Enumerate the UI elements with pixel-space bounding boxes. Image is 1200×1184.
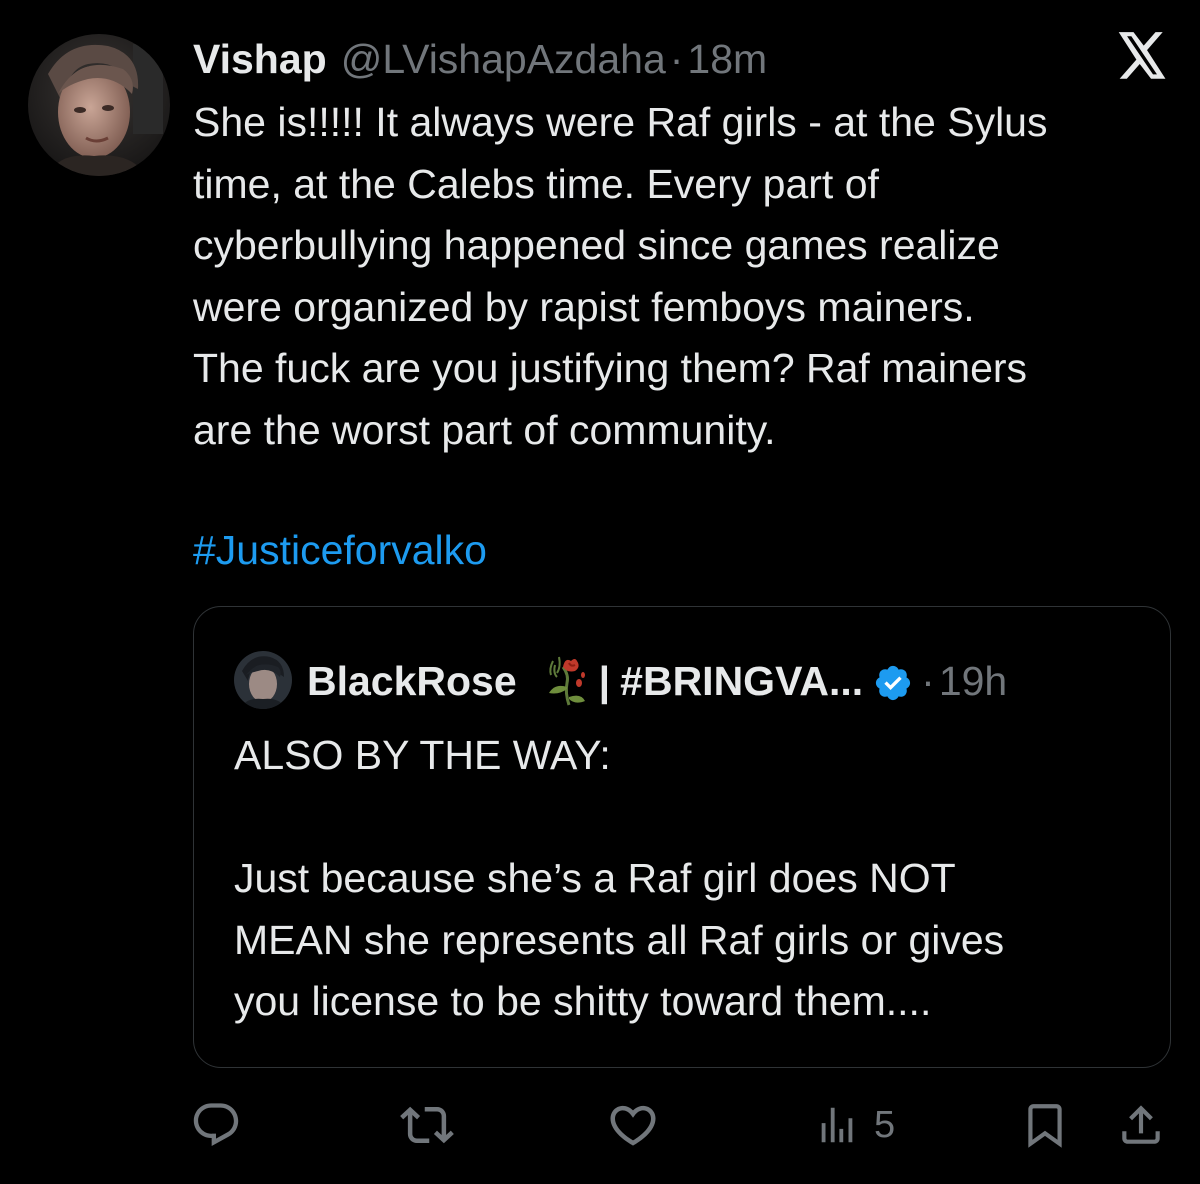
repost-icon <box>400 1098 454 1152</box>
author-display-name[interactable]: Vishap <box>193 30 327 88</box>
tweet-body-line: The fuck are you justifying them? Raf ma… <box>193 345 1028 391</box>
views-icon <box>814 1102 860 1148</box>
verified-badge-icon <box>873 661 913 701</box>
tweet-timestamp[interactable]: 18m <box>687 30 767 88</box>
wilted-rose-icon <box>539 653 591 709</box>
like-button[interactable] <box>606 1090 660 1160</box>
quoted-body-line: Just because she’s a Raf girl does NOT <box>234 855 956 901</box>
action-bar: 5 <box>0 1090 1200 1160</box>
share-icon <box>1116 1100 1166 1150</box>
repost-button[interactable] <box>400 1090 454 1160</box>
author-handle[interactable]: @LVishapAzdaha <box>341 30 666 88</box>
quoted-tweet-body: ALSO BY THE WAY: Just because she’s a Ra… <box>234 725 1134 1033</box>
quoted-body-line: you license to be shitty toward them.... <box>234 978 932 1024</box>
quoted-body-line: MEAN she represents all Raf girls or giv… <box>234 916 1005 963</box>
tweet-body-line: were organized by rapist femboys mainers… <box>193 283 975 330</box>
share-button[interactable] <box>1116 1090 1166 1160</box>
tweet[interactable]: Vishap @LVishapAzdaha · 18m She is!!!!! … <box>0 0 1200 1184</box>
quoted-name-hashtag: #BRINGVA... <box>620 658 864 704</box>
quoted-tweet[interactable]: BlackRose | #BRINGVA... · 19h ALSO BY TH… <box>193 606 1171 1068</box>
quoted-tweet-header: BlackRose | #BRINGVA... · 19h <box>307 653 1007 709</box>
quoted-author-avatar[interactable] <box>234 651 292 709</box>
tweet-body-line: She is!!!!! It always were Raf girls - a… <box>193 99 1048 145</box>
tweet-header: Vishap @LVishapAzdaha · 18m <box>193 30 767 88</box>
tweet-body-line: time, at the Calebs time. Every part of <box>193 160 879 207</box>
quoted-tweet-timestamp: 19h <box>938 658 1008 704</box>
quoted-name-separator: | <box>598 658 611 704</box>
tweet-body: She is!!!!! It always were Raf girls - a… <box>193 92 1183 461</box>
views-count: 5 <box>874 1103 896 1146</box>
quoted-author-display-name[interactable]: BlackRose <box>307 653 517 709</box>
quoted-time-separator: · <box>921 658 935 704</box>
reply-button[interactable] <box>190 1090 242 1160</box>
views-button[interactable]: 5 <box>814 1090 895 1160</box>
hashtag-link[interactable]: #Justiceforvalko <box>193 520 487 582</box>
reply-icon <box>190 1099 242 1151</box>
bookmark-button[interactable] <box>1020 1090 1070 1160</box>
tweet-body-line: are the worst part of community. <box>193 406 776 453</box>
bookmark-icon <box>1020 1100 1070 1150</box>
quoted-body-line: ALSO BY THE WAY: <box>234 732 611 778</box>
tweet-body-line: cyberbullying happened since games reali… <box>193 222 1000 268</box>
quoted-body-line <box>234 787 1134 849</box>
x-logo-icon <box>1116 32 1168 80</box>
author-avatar[interactable] <box>28 34 170 176</box>
time-separator: · <box>669 36 684 82</box>
heart-icon <box>606 1098 660 1152</box>
